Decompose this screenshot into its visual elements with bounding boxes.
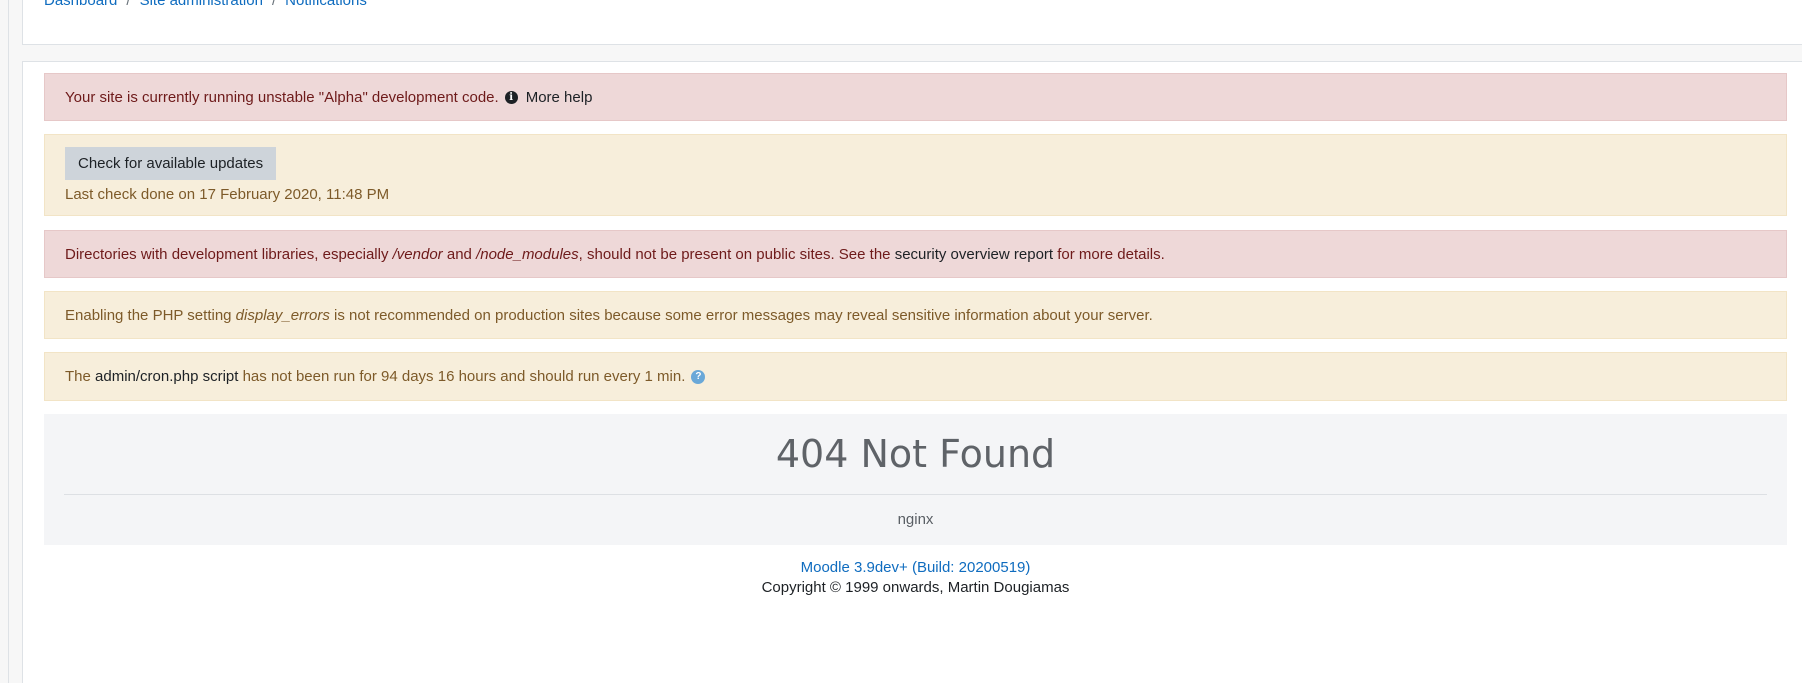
- breadcrumb-item-site-administration[interactable]: Site administration: [140, 0, 263, 9]
- server-name: nginx: [897, 511, 934, 528]
- breadcrumb-item-notifications[interactable]: Notifications: [285, 0, 367, 9]
- divider: [64, 494, 1767, 495]
- moodle-version-link[interactable]: Moodle 3.9dev+ (Build: 20200519): [44, 559, 1787, 576]
- page-header: Dashboard / Site administration / Notificati…: [22, 0, 1802, 45]
- cron-script-link[interactable]: admin/cron.php script: [95, 368, 238, 385]
- question-circle-icon[interactable]: ?: [691, 369, 706, 384]
- last-check-text: Last check done on 17 February 2020, 11:…: [65, 186, 390, 203]
- display-errors-text: is not recommended on production sites b…: [329, 306, 1153, 324]
- security-overview-report-link[interactable]: security overview report: [895, 246, 1053, 263]
- more-help-link[interactable]: More help: [526, 89, 593, 106]
- not-found-title: 404 Not Found: [775, 432, 1056, 476]
- copyright-text: Copyright © 1999 onwards, Martin Dougiam…: [761, 579, 1070, 596]
- display-errors-setting: display_errors: [235, 306, 330, 324]
- dev-libraries-alert: Directories with development libraries, …: [44, 230, 1787, 278]
- display-errors-message: Enabling the PHP setting display_errors …: [65, 307, 1153, 324]
- update-check-box: Check for available updates Last check d…: [44, 134, 1787, 216]
- node-modules-path: /node_modules: [476, 245, 579, 263]
- cron-text: The: [65, 368, 96, 385]
- cron-text: has not been run for 94 days 16 hours an…: [238, 368, 686, 385]
- not-found-panel: 404 Not Found nginx: [44, 414, 1787, 545]
- main-content: Your site is currently running unstable …: [22, 61, 1802, 683]
- alpha-code-alert: Your site is currently running unstable …: [44, 73, 1787, 121]
- cron-alert: The admin/cron.php script has not been r…: [44, 352, 1787, 401]
- check-for-updates-button[interactable]: Check for available updates: [65, 147, 277, 180]
- dev-libraries-text: and: [442, 245, 477, 263]
- breadcrumb-item-dashboard[interactable]: Dashboard: [44, 0, 117, 9]
- alpha-code-message: Your site is currently running unstable …: [65, 88, 499, 106]
- vendor-path: /vendor: [392, 245, 443, 263]
- dev-libraries-text: , should not be present on public sites.…: [578, 245, 895, 263]
- dev-libraries-text: for more details.: [1053, 245, 1165, 263]
- display-errors-alert: Enabling the PHP setting display_errors …: [44, 291, 1787, 339]
- info-circle-icon: i: [504, 90, 518, 104]
- left-rail: [0, 0, 9, 683]
- cron-message: The admin/cron.php script has not been r…: [65, 368, 685, 385]
- breadcrumb-separator: /: [271, 0, 277, 9]
- breadcrumb-separator: /: [126, 0, 131, 9]
- dev-libraries-text: Directories with development libraries, …: [65, 245, 393, 263]
- dev-libraries-message: Directories with development libraries, …: [65, 246, 1165, 263]
- breadcrumb: Dashboard / Site administration / Notificati…: [44, 0, 367, 9]
- display-errors-text: Enabling the PHP setting: [65, 306, 236, 324]
